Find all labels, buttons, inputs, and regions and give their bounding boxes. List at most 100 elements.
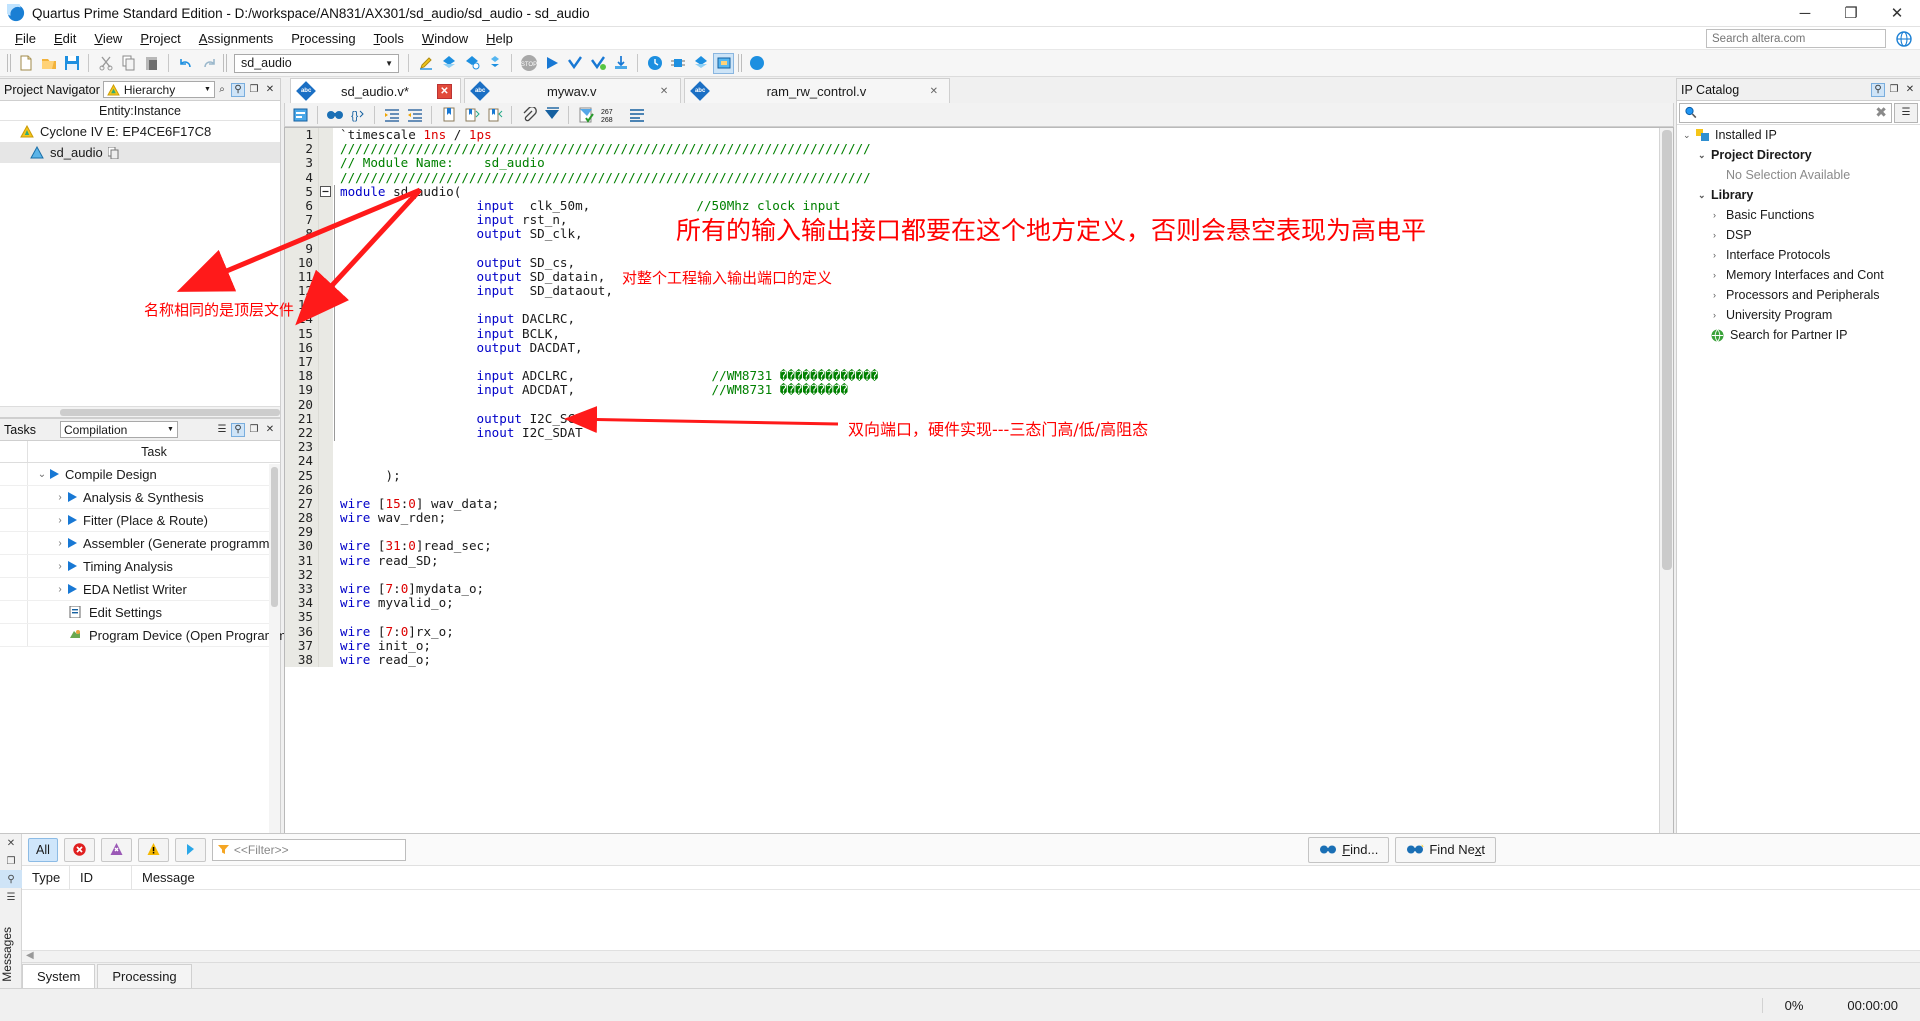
download-icon[interactable] <box>610 53 631 74</box>
chevron-right-icon[interactable]: › <box>52 538 68 549</box>
pin-icon[interactable]: ⚲ <box>231 82 245 97</box>
indent-decrease-icon[interactable] <box>404 104 425 125</box>
code-line[interactable]: 34 wire myvalid_o; <box>285 595 1659 611</box>
close-icon[interactable]: ✕ <box>263 423 277 437</box>
code-line[interactable]: 18 input ADCLRC, //WM8731 ������������� <box>285 368 1659 384</box>
messages-tab-processing[interactable]: Processing <box>97 964 192 988</box>
run-task-icon[interactable] <box>50 469 59 479</box>
chevron-right-icon[interactable]: › <box>52 515 68 526</box>
ip-catalog-row[interactable]: › DSP <box>1677 225 1920 245</box>
code-line[interactable]: 31 wire read_SD; <box>285 553 1659 568</box>
bookmark-next-icon[interactable] <box>461 104 482 125</box>
code-line[interactable]: 10 output SD_cs, <box>285 255 1659 270</box>
insert-template-icon[interactable] <box>290 104 311 125</box>
chevron-down-icon[interactable]: ⌄ <box>34 469 50 480</box>
pin-icon[interactable]: ⚲ <box>231 422 245 437</box>
close-icon[interactable]: ✕ <box>657 84 672 99</box>
line-wrap-icon[interactable] <box>626 104 647 125</box>
code-line[interactable]: 38 wire read_o; <box>285 652 1659 668</box>
bookmark-toggle-icon[interactable] <box>438 104 459 125</box>
find-button[interactable]: Find... <box>1308 836 1390 863</box>
code-line[interactable]: 35 <box>285 610 1659 625</box>
tasks-panel-buttons[interactable]: ☰ ⚲ ❐ ✕ <box>215 422 280 437</box>
messages-filter-input[interactable]: <<Filter>> <box>211 838 406 861</box>
run-task-icon[interactable] <box>68 515 77 525</box>
clear-icon[interactable]: ✖ <box>1875 104 1887 121</box>
float-icon[interactable]: ❐ <box>1887 83 1901 97</box>
menu-icon[interactable]: ☰ <box>215 423 229 437</box>
filter-warning-button[interactable] <box>137 837 169 862</box>
compilation-icon[interactable] <box>438 53 459 74</box>
messages-hscrollbar[interactable]: ◀ <box>22 950 1920 962</box>
ip-search-field[interactable]: ✖ <box>1679 102 1892 123</box>
analysis-icon[interactable] <box>461 53 482 74</box>
programmer-icon[interactable] <box>713 52 734 74</box>
messages-tab-system[interactable]: System <box>22 964 96 988</box>
ip-catalog-row[interactable]: › University Program <box>1677 305 1920 325</box>
code-line[interactable]: 32 <box>285 567 1659 582</box>
menu-item-help[interactable]: Help <box>477 29 522 48</box>
code-line[interactable]: 30 wire [31:0]read_sec; <box>285 539 1659 554</box>
code-line[interactable]: 17 <box>285 354 1659 370</box>
goto-line-icon[interactable]: {} <box>347 104 368 125</box>
undo-icon[interactable] <box>175 53 196 74</box>
globe-icon[interactable] <box>1896 31 1912 47</box>
code-line[interactable]: 2 ///////////////////////////////////////… <box>285 141 1659 157</box>
column-id[interactable]: ID <box>70 866 132 889</box>
bookmark-prev-icon[interactable] <box>484 104 505 125</box>
check-green-icon[interactable] <box>587 53 608 74</box>
indent-increase-icon[interactable] <box>381 104 402 125</box>
menu-item-view[interactable]: View <box>85 29 131 48</box>
code-line[interactable]: 25 ); <box>285 468 1659 483</box>
column-message[interactable]: Message <box>132 866 1920 889</box>
chip-planner-icon[interactable] <box>690 53 711 74</box>
new-file-icon[interactable] <box>15 53 36 74</box>
scroll-thumb[interactable] <box>1662 130 1672 570</box>
ip-catalog-panel-buttons[interactable]: ⚲ ❐ ✕ <box>1871 82 1920 97</box>
filter-info-button[interactable] <box>174 837 206 862</box>
redo-icon[interactable] <box>198 53 219 74</box>
code-line[interactable]: 13 <box>285 298 1659 313</box>
run-task-icon[interactable] <box>68 538 77 548</box>
chevron-right-icon[interactable]: › <box>1713 310 1726 320</box>
task-row[interactable]: › EDA Netlist Writer <box>0 578 280 601</box>
code-line[interactable]: 33 wire [7:0]mydata_o; <box>285 581 1659 597</box>
scroll-left-arrow-icon[interactable]: ◀ <box>26 950 34 961</box>
run-task-icon[interactable] <box>68 561 77 571</box>
menu-item-window[interactable]: Window <box>413 29 477 48</box>
chevron-right-icon[interactable]: › <box>1713 270 1726 280</box>
scroll-thumb[interactable] <box>60 409 280 416</box>
pin-planner-icon[interactable] <box>667 53 688 74</box>
code-line[interactable]: 27 wire [15:0] wav_data; <box>285 496 1659 512</box>
check-syntax-icon[interactable] <box>575 104 596 125</box>
chevron-right-icon[interactable]: › <box>52 561 68 572</box>
chevron-right-icon[interactable]: › <box>52 492 68 503</box>
close-button[interactable]: ✕ <box>1874 0 1920 27</box>
cut-icon[interactable] <box>95 53 116 74</box>
chevron-down-icon[interactable]: ⌄ <box>1698 150 1711 161</box>
scroll-thumb[interactable] <box>271 467 278 607</box>
float-icon[interactable]: ❐ <box>247 423 261 437</box>
minimize-button[interactable]: ─ <box>1782 0 1828 27</box>
task-row[interactable]: ⌄ Compile Design <box>0 463 280 486</box>
open-file-icon[interactable] <box>38 53 59 74</box>
chevron-right-icon[interactable]: › <box>1713 210 1726 220</box>
code-line[interactable]: 5 module sd_audio( <box>285 184 1659 199</box>
task-row[interactable]: › Timing Analysis <box>0 555 280 578</box>
code-line[interactable]: 36 wire [7:0]rx_o; <box>285 624 1659 639</box>
code-line[interactable]: 28 wire wav_rden; <box>285 510 1659 526</box>
menu-item-processing[interactable]: Processing <box>282 29 364 48</box>
toolbar-grip[interactable] <box>7 54 11 72</box>
code-line[interactable]: 24 <box>285 454 1659 469</box>
search-icon[interactable]: ⌕ <box>215 83 229 97</box>
close-icon[interactable]: ✕ <box>263 83 277 97</box>
chevron-right-icon[interactable]: › <box>1713 230 1726 240</box>
code-line[interactable]: 15 input BCLK, <box>285 326 1659 341</box>
code-line[interactable]: 1 `timescale 1ns / 1ps <box>285 128 1659 143</box>
navigator-hscrollbar[interactable] <box>0 406 280 417</box>
ip-options-menu-icon[interactable]: ☰ <box>1894 102 1918 123</box>
tasks-flow-selector[interactable]: Compilation ▼ <box>59 421 178 438</box>
help-circle-icon[interactable] <box>746 53 767 74</box>
code-line[interactable]: 26 <box>285 482 1659 497</box>
find-next-button[interactable]: Find Next <box>1395 836 1496 863</box>
